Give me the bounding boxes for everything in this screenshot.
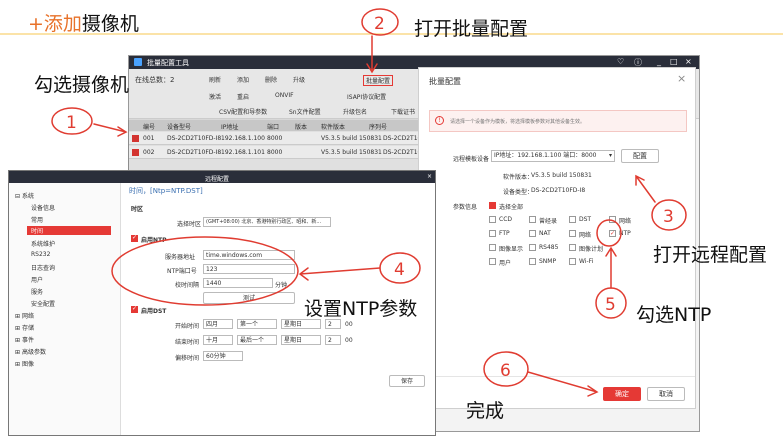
step-2-number: 2 xyxy=(374,14,385,34)
step-5-arrow xyxy=(605,246,617,289)
step-1-arrow xyxy=(93,123,128,137)
step-1-number: 1 xyxy=(66,113,77,133)
step-6-arrow xyxy=(527,371,599,397)
step-3-arrow xyxy=(635,174,656,203)
step-3-number: 3 xyxy=(663,207,674,227)
ntp-settings-circle xyxy=(111,236,299,306)
ntp-option-circle xyxy=(596,219,622,247)
step-4-arrow xyxy=(298,267,381,281)
step-2-arrow xyxy=(366,35,378,74)
step-4-number: 4 xyxy=(394,260,405,280)
annotation-overlay: 1 2 3 4 5 6 xyxy=(51,8,687,397)
step-5-number: 5 xyxy=(605,295,616,315)
step-6-number: 6 xyxy=(500,361,511,381)
